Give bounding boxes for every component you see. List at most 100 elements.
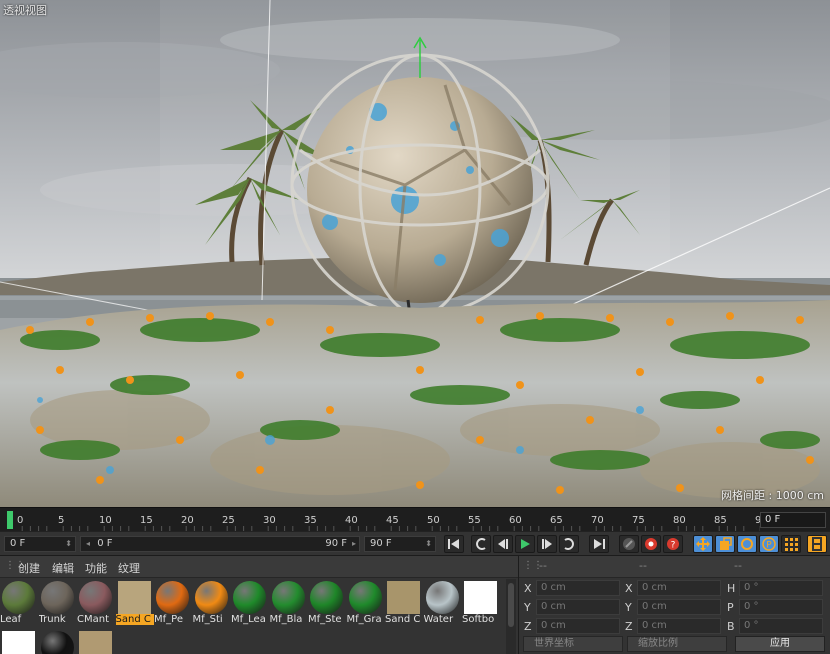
perspective-viewport[interactable]: 透视视图 网格间距 : 1000 cm [0, 0, 830, 507]
material-swatch[interactable]: Leaf [0, 579, 38, 627]
material-swatch[interactable]: Softbo [462, 579, 500, 627]
material-swatch[interactable]: Mf_Lea [231, 579, 269, 627]
previous-key-icon [476, 538, 486, 550]
menu-function[interactable]: 功能 [85, 560, 107, 576]
material-menu-bar: ⋮⋮ 创建 编辑 功能 纹理 [0, 556, 518, 578]
play-button[interactable] [515, 535, 535, 553]
pos-z-label: Z [524, 620, 532, 633]
material-swatch[interactable]: CMant [77, 579, 115, 627]
grid-dots-icon [785, 538, 798, 551]
material-name: Mf_Pe [154, 614, 183, 625]
rot-h-field[interactable]: 0 ° [739, 580, 823, 596]
timeline-tick-label: 25 [222, 515, 235, 526]
timeline-tick-label: 75 [632, 515, 645, 526]
range-right-arrow-icon[interactable]: ▸ [352, 537, 356, 551]
keyframe-selection-button[interactable]: ? [663, 535, 683, 553]
rot-h-label: H [727, 582, 736, 595]
grid-spacing-label: 网格间距 : 1000 cm [721, 489, 824, 502]
current-frame-field[interactable]: 0 F ⬍ [4, 536, 76, 552]
max-frame-value: 90 F [370, 538, 392, 549]
material-swatch[interactable]: Mf_Ste [308, 579, 346, 627]
menu-texture[interactable]: 纹理 [118, 560, 140, 576]
coordinates-header: ⋮⋮ -- -- -- [519, 556, 830, 578]
material-preview [233, 581, 266, 614]
material-scrollbar[interactable] [506, 579, 516, 654]
material-swatch[interactable]: Trunk [39, 579, 77, 627]
rot-p-field[interactable]: 0 ° [739, 599, 823, 615]
rot-b-field[interactable]: 0 ° [739, 618, 823, 634]
playhead[interactable] [7, 511, 13, 529]
current-frame-value: 0 F [10, 538, 26, 549]
film-icon [812, 537, 822, 551]
coordinate-mode-dropdown[interactable]: 世界坐标 [523, 636, 623, 652]
next-frame-button[interactable] [537, 535, 557, 553]
key-point-level-button[interactable] [781, 535, 801, 553]
previous-frame-button[interactable] [493, 535, 513, 553]
material-preview [464, 581, 497, 614]
go-to-end-button[interactable] [589, 535, 609, 553]
go-to-end-icon [594, 539, 605, 549]
pos-x-field[interactable]: 0 cm [536, 580, 620, 596]
material-preview [79, 631, 112, 654]
c4d-window: 透视视图 网格间距 : 1000 cm 0 5 10 15 20 25 30 35 40 45 50… [0, 0, 830, 654]
scale-mode-dropdown[interactable]: 缩放比例 [627, 636, 727, 652]
autokey-button[interactable] [641, 535, 661, 553]
material-swatch[interactable]: Mf_Bla [270, 579, 308, 627]
spinner-icon[interactable]: ⬍ [425, 537, 432, 551]
material-preview [194, 581, 228, 614]
spinner-icon[interactable]: ⬍ [65, 537, 72, 551]
timeline-ruler[interactable]: 051015202530354045505560657075808590 0 F [0, 507, 830, 531]
size-y-field[interactable]: 0 cm [637, 599, 721, 615]
apply-button[interactable]: 应用 [735, 636, 825, 652]
svg-text:?: ? [671, 541, 676, 551]
material-swatch[interactable] [39, 629, 77, 654]
material-swatch[interactable]: Mf_Sti [193, 579, 231, 627]
record-keys-button[interactable] [619, 535, 639, 553]
previous-key-button[interactable] [471, 535, 491, 553]
size-x-field[interactable]: 0 cm [637, 580, 721, 596]
pos-z-field[interactable]: 0 cm [536, 618, 620, 634]
next-frame-icon [542, 539, 552, 549]
material-name: Trunk [38, 614, 66, 625]
material-swatch[interactable]: Mf_Gra [347, 579, 385, 627]
timeline-tick-label: 60 [509, 515, 522, 526]
material-swatch[interactable]: Water [424, 579, 462, 627]
preview-range-slider[interactable]: ◂ 0 F 90 F ▸ [80, 536, 360, 552]
key-rotation-button[interactable] [737, 535, 757, 553]
next-key-button[interactable] [559, 535, 579, 553]
max-frame-field[interactable]: 90 F ⬍ [364, 536, 436, 552]
material-swatch[interactable]: Sand C [385, 579, 423, 627]
material-grid: Leaf Trunk CMant Sand C Mf_Pe Mf_Sti Mf_Lea Mf_… [0, 579, 506, 654]
key-scale-button[interactable] [715, 535, 735, 553]
material-name: Mf_Gra [346, 614, 382, 625]
material-name: Mf_Lea [231, 614, 266, 625]
material-name: Sand C [115, 614, 154, 625]
key-icon [623, 538, 635, 550]
menu-edit[interactable]: 编辑 [52, 560, 74, 576]
menu-create[interactable]: 创建 [18, 560, 40, 576]
timeline-tick-label: 15 [140, 515, 153, 526]
key-position-button[interactable] [693, 535, 713, 553]
range-left-arrow-icon[interactable]: ◂ [86, 539, 90, 548]
range-start-value: 0 F [97, 538, 113, 549]
material-swatch[interactable]: Sand C [115, 579, 154, 627]
size-z-field[interactable]: 0 cm [637, 618, 721, 634]
parameter-icon: P [762, 537, 776, 551]
material-swatch[interactable]: Mf_Pe [154, 579, 192, 627]
timeline-tick-label: 55 [468, 515, 481, 526]
position-header: -- [539, 559, 547, 572]
pos-y-field[interactable]: 0 cm [536, 599, 620, 615]
key-parameter-button[interactable]: P [759, 535, 779, 553]
timeline-tick-label: 65 [550, 515, 563, 526]
material-swatch[interactable] [0, 629, 38, 654]
material-swatch[interactable] [77, 629, 115, 654]
material-preview [310, 581, 343, 614]
timeline-tick-label: 85 [714, 515, 727, 526]
record-icon [645, 538, 657, 550]
timeline-end-frame-field[interactable]: 0 F [760, 512, 826, 528]
scrollbar-thumb[interactable] [508, 583, 514, 627]
go-to-start-button[interactable] [444, 535, 464, 553]
viewport-title[interactable]: 透视视图 [3, 2, 47, 18]
animation-toolbar: 0 F ⬍ ◂ 0 F 90 F ▸ 90 F ⬍ ? P [0, 531, 830, 555]
timeline-window-button[interactable] [807, 535, 827, 553]
